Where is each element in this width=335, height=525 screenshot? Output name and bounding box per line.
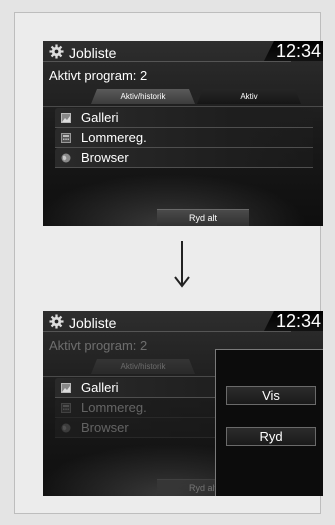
calculator-icon: [61, 403, 71, 413]
list-item-browser[interactable]: Browser: [55, 148, 313, 168]
globe-icon: [61, 153, 71, 163]
calculator-icon: [61, 133, 71, 143]
tab-active-history[interactable]: Aktiv/historik: [91, 359, 195, 374]
globe-icon: [61, 423, 71, 433]
view-button[interactable]: Vis: [226, 386, 316, 405]
delete-button[interactable]: Ryd: [226, 427, 316, 446]
status-bar: Jobliste 12:34: [43, 311, 323, 333]
divider: [43, 331, 291, 332]
clock: 12:34: [263, 311, 323, 331]
clear-all-button[interactable]: Ryd alt: [157, 209, 249, 226]
status-bar: Jobliste 12:34: [43, 41, 323, 63]
clock: 12:34: [263, 41, 323, 61]
tab-bar: Aktiv/historik Aktiv: [91, 89, 301, 105]
job-list-screen: Jobliste 12:34 Aktivt program: 2 Aktiv/h…: [43, 41, 323, 226]
job-list-screen-with-popup: Jobliste 12:34 Aktivt program: 2 Aktiv/h…: [43, 311, 323, 496]
screen-title: Jobliste: [69, 45, 117, 61]
gear-icon[interactable]: [49, 44, 64, 59]
list-item-label: Browser: [81, 150, 129, 165]
screen-title: Jobliste: [69, 315, 117, 331]
list-item-label: Galleri: [81, 380, 119, 395]
gear-icon[interactable]: [49, 314, 64, 329]
list-item-label: Lommereg.: [81, 400, 147, 415]
list-item-label: Galleri: [81, 110, 119, 125]
item-options-popup: Vis Ryd: [215, 349, 323, 496]
list-item-label: Browser: [81, 420, 129, 435]
list-item-label: Lommereg.: [81, 130, 147, 145]
tab-active-history[interactable]: Aktiv/historik: [91, 89, 195, 104]
list-item-gallery[interactable]: Galleri: [55, 108, 313, 128]
arrow-down-icon: [174, 241, 190, 288]
list-item-calculator[interactable]: Lommereg.: [55, 128, 313, 148]
active-program-count: Aktivt program: 2: [49, 338, 148, 353]
gallery-icon: [61, 113, 71, 123]
tab-active[interactable]: Aktiv: [197, 89, 301, 104]
active-program-count: Aktivt program: 2: [49, 68, 148, 83]
gallery-icon: [61, 383, 71, 393]
divider: [43, 61, 291, 62]
divider: [43, 106, 323, 107]
illustration-frame: Jobliste 12:34 Aktivt program: 2 Aktiv/h…: [14, 12, 323, 514]
